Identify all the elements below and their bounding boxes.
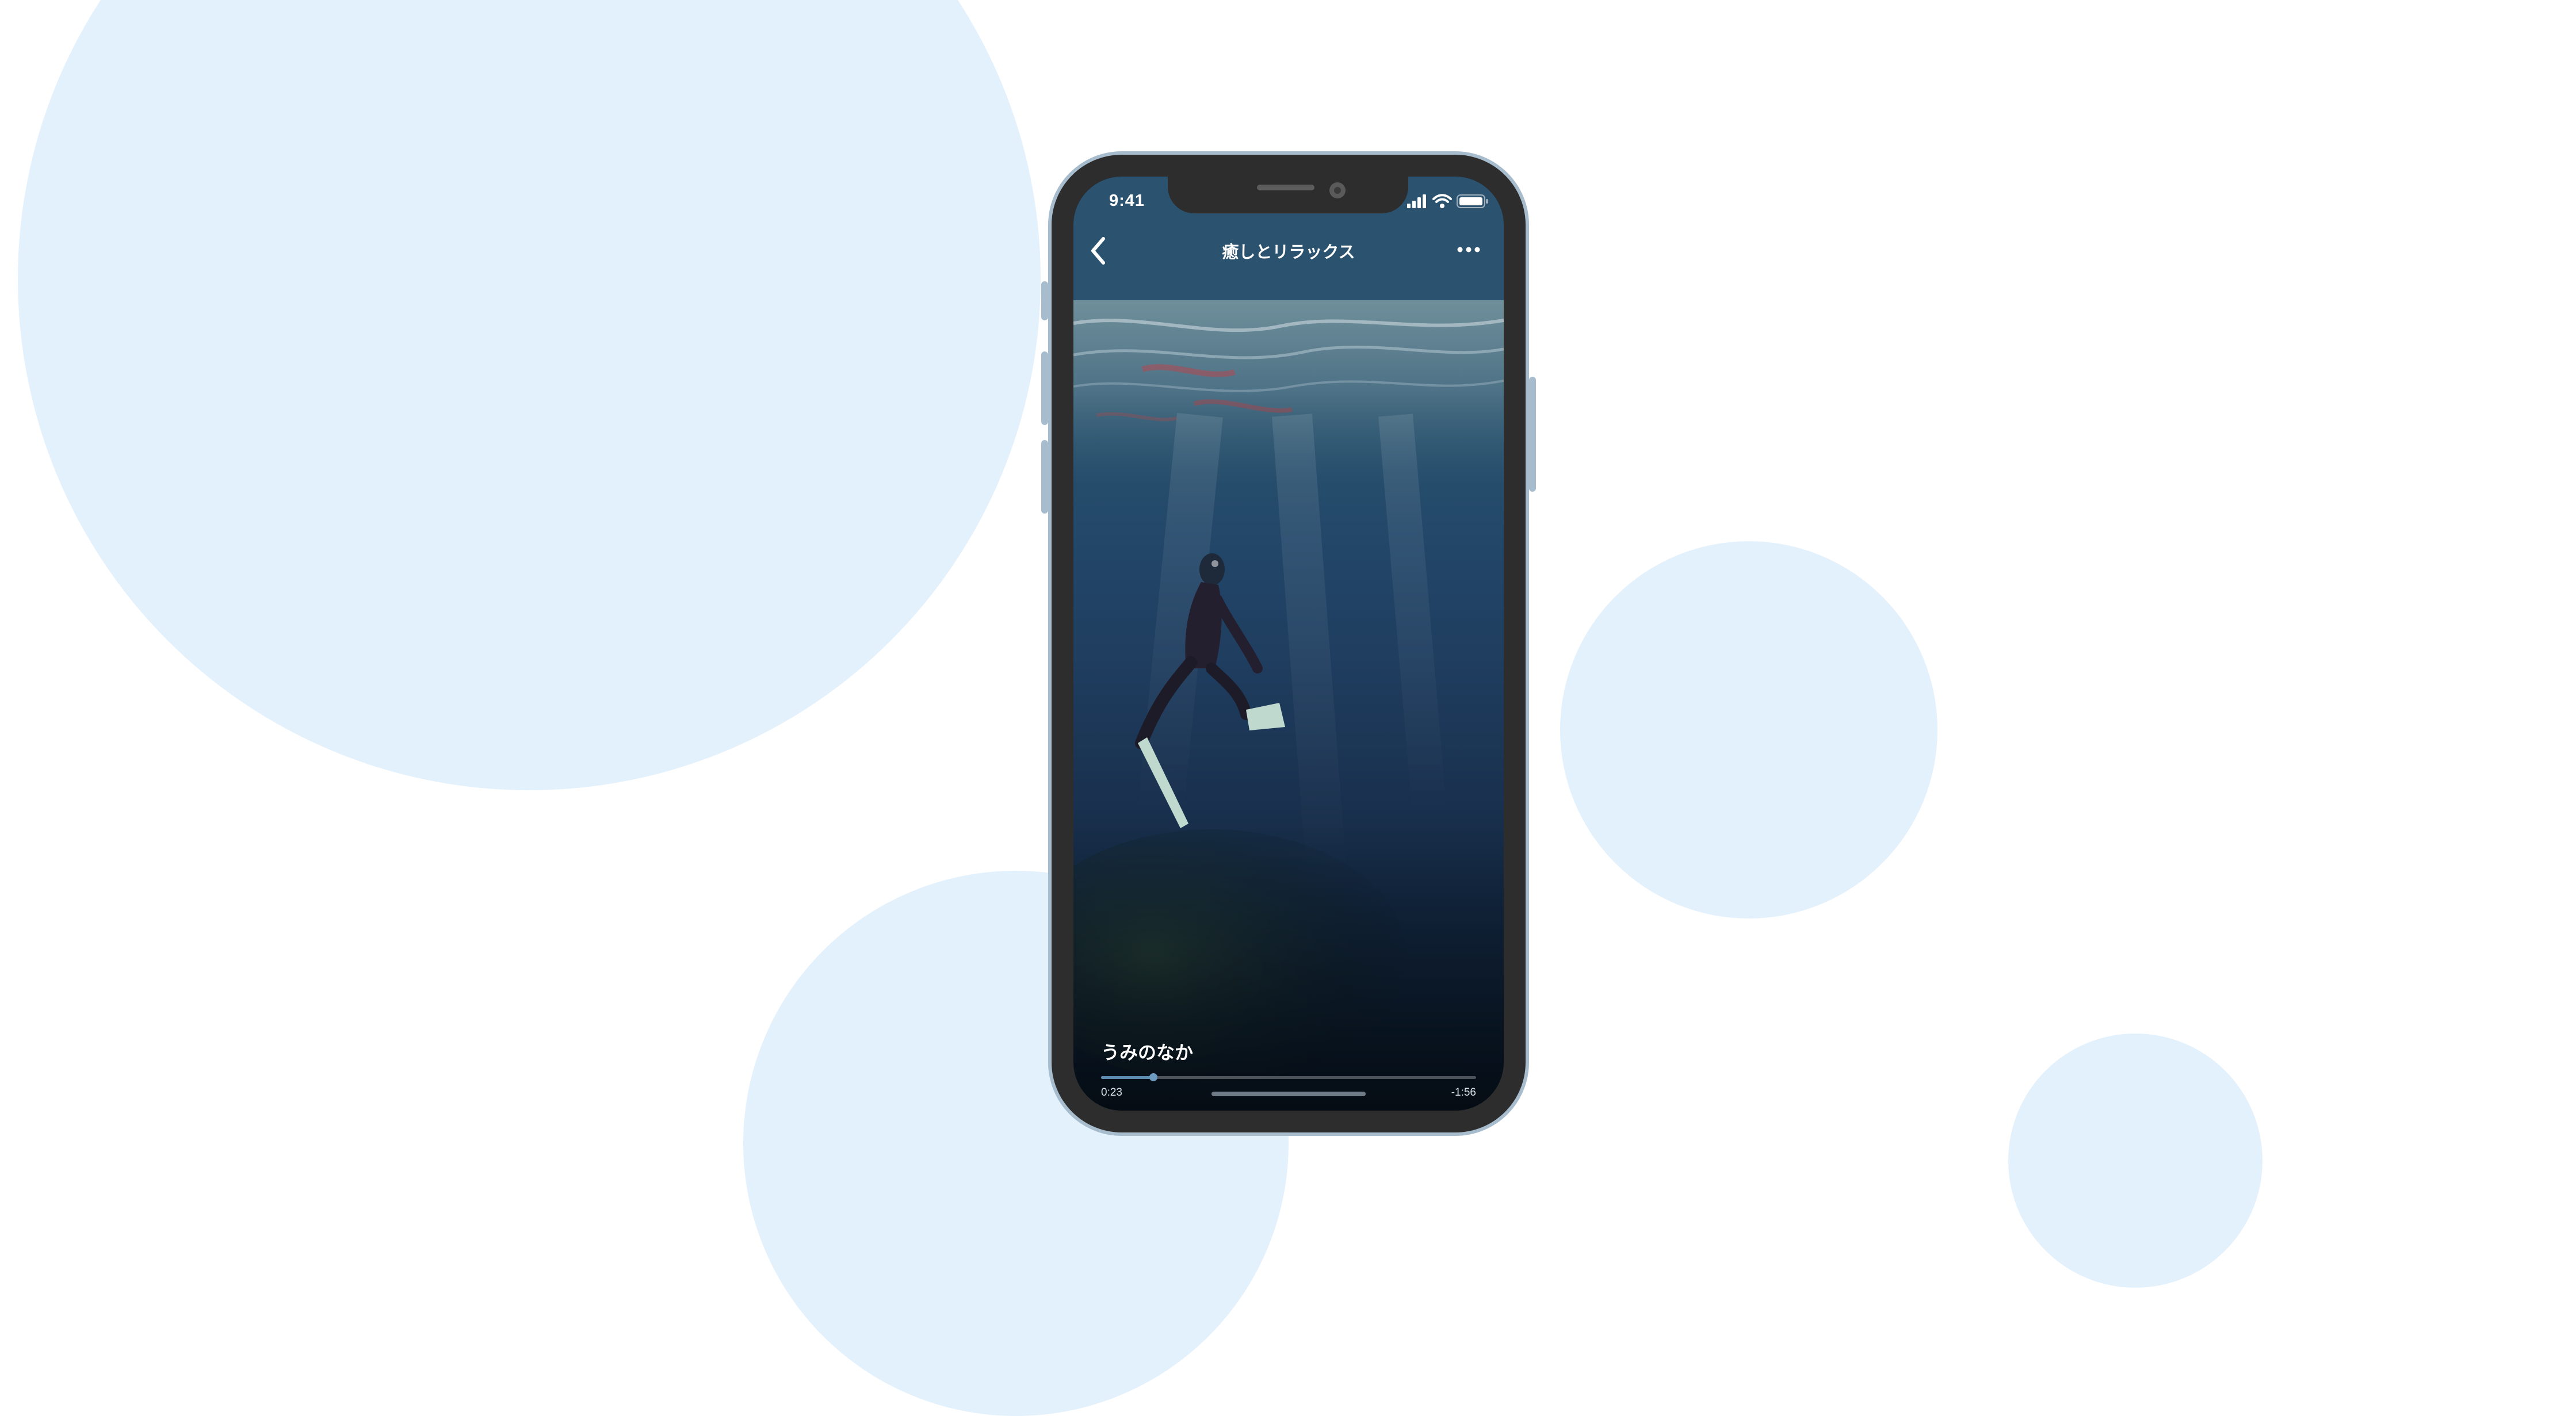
home-indicator bbox=[1211, 1092, 1366, 1096]
front-camera bbox=[1329, 182, 1346, 198]
volume-up-button bbox=[1041, 351, 1048, 425]
silent-switch bbox=[1041, 281, 1048, 320]
back-button[interactable] bbox=[1086, 235, 1113, 266]
video-area[interactable]: うみのなか 0:23 -1:56 bbox=[1073, 300, 1504, 1111]
speaker bbox=[1257, 185, 1314, 190]
track-title: うみのなか bbox=[1101, 1042, 1194, 1063]
remaining-time: -1:56 bbox=[1451, 1086, 1476, 1099]
background-circle-large bbox=[18, 0, 1041, 790]
underwater-diver-image bbox=[1073, 300, 1504, 1111]
volume-down-button bbox=[1041, 440, 1048, 514]
background-circle-right bbox=[1560, 541, 1937, 919]
progress-slider[interactable] bbox=[1101, 1073, 1476, 1081]
progress-fill bbox=[1101, 1076, 1154, 1079]
signal-icon bbox=[1407, 194, 1426, 208]
more-icon bbox=[1457, 247, 1480, 252]
phone-screen: うみのなか 0:23 -1:56 9:41 癒しとリラックス bbox=[1073, 177, 1504, 1111]
battery-icon bbox=[1457, 194, 1488, 208]
power-button bbox=[1529, 377, 1536, 492]
back-chevron-icon bbox=[1091, 237, 1105, 265]
wifi-icon bbox=[1432, 194, 1452, 208]
notch bbox=[1168, 177, 1408, 213]
elapsed-time: 0:23 bbox=[1101, 1086, 1122, 1099]
status-time: 9:41 bbox=[1109, 192, 1145, 210]
page-title: 癒しとリラックス bbox=[1222, 243, 1355, 262]
more-button[interactable] bbox=[1453, 241, 1484, 258]
background-circle-small bbox=[2008, 1034, 2262, 1288]
